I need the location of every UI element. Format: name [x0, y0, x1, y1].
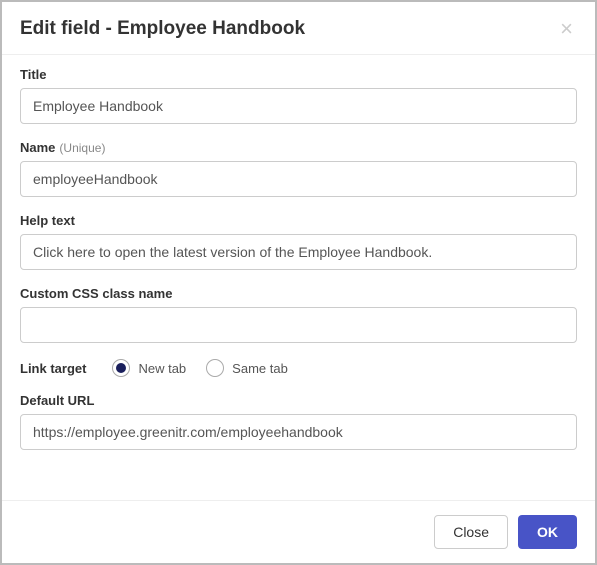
radio-same-tab[interactable]: Same tab	[206, 359, 288, 377]
title-label: Title	[20, 67, 47, 82]
field-cssclass-group: Custom CSS class name	[20, 286, 577, 343]
helptext-label: Help text	[20, 213, 75, 228]
helptext-input[interactable]	[20, 234, 577, 270]
radio-circle-sametab	[206, 359, 224, 377]
field-title-group: Title	[20, 67, 577, 124]
radio-newtab-text: New tab	[138, 361, 186, 376]
defaulturl-input[interactable]	[20, 414, 577, 450]
modal-header: Edit field - Employee Handbook ×	[2, 2, 595, 55]
radio-circle-newtab	[112, 359, 130, 377]
modal-footer: Close OK	[2, 500, 595, 563]
defaulturl-label: Default URL	[20, 393, 94, 408]
modal-title: Edit field - Employee Handbook	[20, 18, 305, 40]
close-button[interactable]: Close	[434, 515, 508, 549]
name-hint: (Unique)	[59, 141, 105, 155]
close-icon[interactable]: ×	[556, 18, 577, 40]
cssclass-input[interactable]	[20, 307, 577, 343]
field-linktarget-group: Link target New tab Same tab	[20, 359, 577, 377]
edit-field-modal: Edit field - Employee Handbook × Title N…	[0, 0, 597, 565]
ok-button[interactable]: OK	[518, 515, 577, 549]
linktarget-label: Link target	[20, 361, 86, 376]
radio-new-tab[interactable]: New tab	[112, 359, 186, 377]
field-defaulturl-group: Default URL	[20, 393, 577, 450]
name-label: Name	[20, 140, 55, 155]
modal-body: Title Name (Unique) Help text Custom CSS…	[2, 55, 595, 500]
title-input[interactable]	[20, 88, 577, 124]
field-helptext-group: Help text	[20, 213, 577, 270]
radio-sametab-text: Same tab	[232, 361, 288, 376]
name-input[interactable]	[20, 161, 577, 197]
cssclass-label: Custom CSS class name	[20, 286, 172, 301]
field-name-group: Name (Unique)	[20, 140, 577, 197]
